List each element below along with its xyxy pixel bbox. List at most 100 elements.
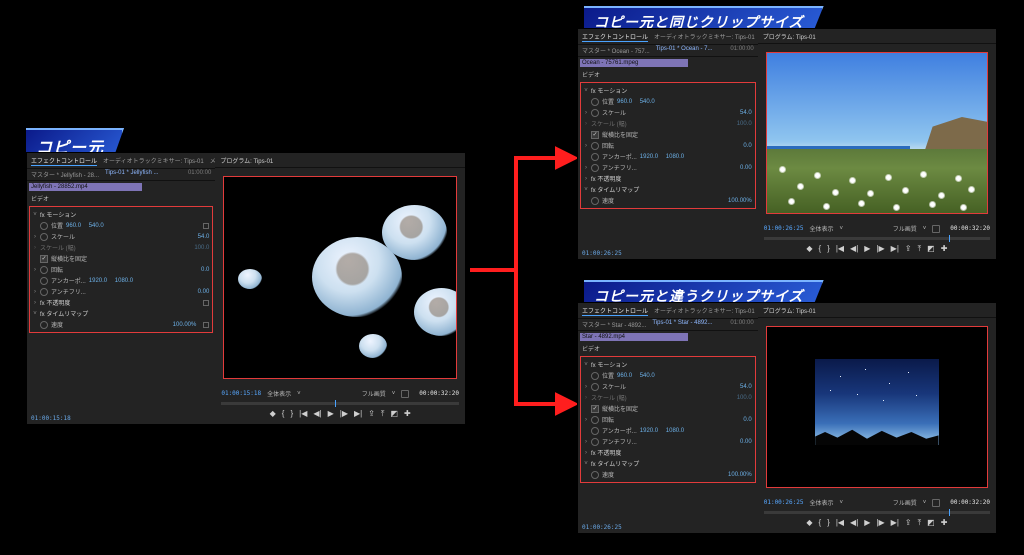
opacity-heading[interactable]: fx 不透明度 xyxy=(591,448,621,457)
step-back-button[interactable]: ◀| xyxy=(850,244,858,254)
anchor-x[interactable]: 1920.0 xyxy=(640,154,658,160)
scale-value[interactable]: 54.0 xyxy=(740,384,752,390)
scrub-bar[interactable] xyxy=(221,402,459,405)
lift-button[interactable]: ⇪ xyxy=(368,409,375,419)
button-editor[interactable]: ✚ xyxy=(404,409,411,419)
stopwatch-icon[interactable] xyxy=(591,98,599,106)
speed-value[interactable]: 100.00% xyxy=(728,198,752,204)
timeremap-heading[interactable]: fx タイムリマップ xyxy=(40,309,88,318)
anchor-y[interactable]: 1080.0 xyxy=(115,278,133,284)
button-editor[interactable]: ✚ xyxy=(941,244,948,254)
stopwatch-icon[interactable] xyxy=(591,438,599,446)
extract-button[interactable]: ⤒ xyxy=(381,409,385,419)
position-x[interactable]: 960.0 xyxy=(66,223,81,229)
extract-button[interactable]: ⤒ xyxy=(918,244,922,254)
motion-heading[interactable]: fx モーション xyxy=(40,210,76,219)
keyframe-nav[interactable] xyxy=(203,322,209,328)
current-timecode[interactable]: 01:00:26:25 xyxy=(764,225,804,232)
stopwatch-icon[interactable] xyxy=(591,164,599,172)
zoom-fit[interactable]: 全体表示 xyxy=(267,389,291,398)
current-timecode[interactable]: 01:00:26:25 xyxy=(764,499,804,506)
motion-heading[interactable]: fx モーション xyxy=(591,86,627,95)
step-fwd-button[interactable]: |▶ xyxy=(340,409,348,419)
position-y[interactable]: 540.0 xyxy=(640,99,655,105)
add-marker-button[interactable]: ◆ xyxy=(270,409,276,419)
go-end-button[interactable]: ▶| xyxy=(354,409,362,419)
scrub-bar[interactable] xyxy=(764,237,990,240)
tab-audio-mixer[interactable]: オーディオトラックミキサー: Tips-01 xyxy=(103,156,204,166)
stopwatch-icon[interactable] xyxy=(40,222,48,230)
go-end-button[interactable]: ▶| xyxy=(891,244,899,254)
stopwatch-icon[interactable] xyxy=(591,197,599,205)
mark-in-button[interactable]: { xyxy=(282,409,285,419)
export-frame-button[interactable]: ◩ xyxy=(927,518,935,528)
aspect-lock-checkbox[interactable]: ✓ xyxy=(591,131,599,139)
stopwatch-icon[interactable] xyxy=(40,288,48,296)
stopwatch-icon[interactable] xyxy=(591,109,599,117)
stopwatch-icon[interactable] xyxy=(591,372,599,380)
opacity-heading[interactable]: fx 不透明度 xyxy=(40,298,70,307)
stopwatch-icon[interactable] xyxy=(591,427,599,435)
scale-value[interactable]: 54.0 xyxy=(740,110,752,116)
stopwatch-icon[interactable] xyxy=(40,266,48,274)
current-timecode[interactable]: 01:00:15:18 xyxy=(221,390,261,397)
mark-out-button[interactable]: } xyxy=(290,409,293,419)
anchor-y[interactable]: 1080.0 xyxy=(666,154,684,160)
go-start-button[interactable]: |◀ xyxy=(836,244,844,254)
tab-effect-controls[interactable]: エフェクトコントロール xyxy=(582,32,648,42)
position-x[interactable]: 960.0 xyxy=(617,99,632,105)
mark-out-button[interactable]: } xyxy=(827,244,830,254)
rotation-value[interactable]: 0.0 xyxy=(743,143,751,149)
scale-value[interactable]: 54.0 xyxy=(198,234,210,240)
anchor-x[interactable]: 1920.0 xyxy=(640,428,658,434)
aspect-lock-checkbox[interactable]: ✓ xyxy=(591,405,599,413)
master-clip-tab[interactable]: Tips-01 * Ocean - 7... xyxy=(656,46,713,55)
step-fwd-button[interactable]: |▶ xyxy=(876,244,884,254)
aspect-lock-checkbox[interactable]: ✓ xyxy=(40,255,48,263)
resolution-full[interactable]: フル画質 xyxy=(362,389,386,398)
antiflicker-value[interactable]: 0.00 xyxy=(740,439,752,445)
export-frame-button[interactable]: ◩ xyxy=(927,244,935,254)
tab-effect-controls[interactable]: エフェクトコントロール xyxy=(31,156,97,166)
play-button[interactable]: ▶ xyxy=(864,244,870,254)
position-x[interactable]: 960.0 xyxy=(617,373,632,379)
mark-in-button[interactable]: { xyxy=(818,244,821,254)
play-button[interactable]: ▶ xyxy=(328,409,334,419)
stopwatch-icon[interactable] xyxy=(40,321,48,329)
step-back-button[interactable]: ◀| xyxy=(850,518,858,528)
keyframe-nav[interactable] xyxy=(203,223,209,229)
extract-button[interactable]: ⤒ xyxy=(918,518,922,528)
mark-out-button[interactable]: } xyxy=(827,518,830,528)
timeremap-heading[interactable]: fx タイムリマップ xyxy=(591,185,639,194)
master-clip-tab[interactable]: Tips-01 * Star - 4892... xyxy=(652,320,712,329)
mark-in-button[interactable]: { xyxy=(818,518,821,528)
settings-icon[interactable] xyxy=(932,225,940,233)
add-marker-button[interactable]: ◆ xyxy=(806,244,812,254)
step-fwd-button[interactable]: |▶ xyxy=(876,518,884,528)
stopwatch-icon[interactable] xyxy=(591,153,599,161)
lift-button[interactable]: ⇪ xyxy=(905,518,912,528)
tab-effect-controls[interactable]: エフェクトコントロール xyxy=(582,306,648,316)
master-clip-tab[interactable]: Tips-01 * Jellyfish ... xyxy=(105,170,158,179)
resolution-full[interactable]: フル画質 xyxy=(893,224,917,233)
zoom-fit[interactable]: 全体表示 xyxy=(809,498,833,507)
go-start-button[interactable]: |◀ xyxy=(299,409,307,419)
lift-button[interactable]: ⇪ xyxy=(905,244,912,254)
zoom-fit[interactable]: 全体表示 xyxy=(809,224,833,233)
opacity-heading[interactable]: fx 不透明度 xyxy=(591,174,621,183)
position-y[interactable]: 540.0 xyxy=(89,223,104,229)
resolution-full[interactable]: フル画質 xyxy=(893,498,917,507)
motion-heading[interactable]: fx モーション xyxy=(591,360,627,369)
stopwatch-icon[interactable] xyxy=(591,383,599,391)
stopwatch-icon[interactable] xyxy=(40,277,48,285)
stopwatch-icon[interactable] xyxy=(591,471,599,479)
settings-icon[interactable] xyxy=(401,390,409,398)
keyframe-nav[interactable] xyxy=(203,300,209,306)
go-start-button[interactable]: |◀ xyxy=(836,518,844,528)
position-y[interactable]: 540.0 xyxy=(640,373,655,379)
stopwatch-icon[interactable] xyxy=(591,142,599,150)
anchor-x[interactable]: 1920.0 xyxy=(89,278,107,284)
tab-audio-mixer[interactable]: オーディオトラックミキサー: Tips-01 xyxy=(654,306,755,316)
stopwatch-icon[interactable] xyxy=(591,416,599,424)
timeremap-heading[interactable]: fx タイムリマップ xyxy=(591,459,639,468)
